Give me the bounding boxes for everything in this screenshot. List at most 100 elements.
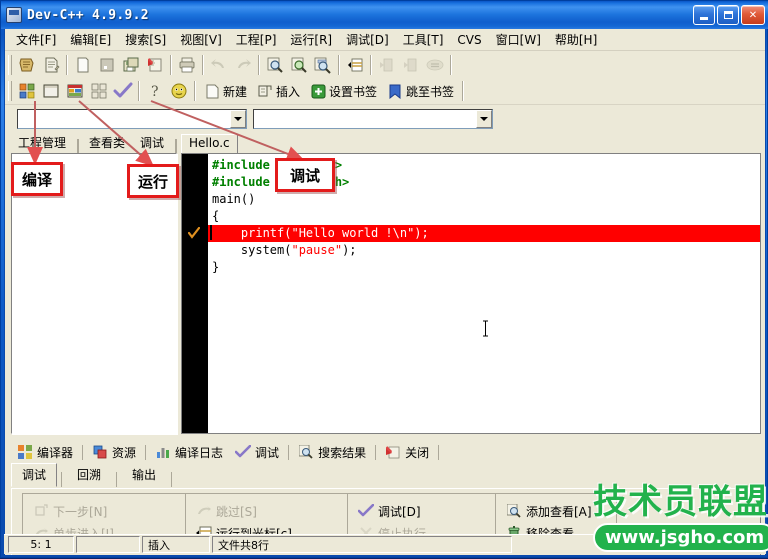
toggle-bookmark-label: 设置书签 xyxy=(329,84,378,99)
tab-project-manager[interactable]: 工程管理 xyxy=(11,135,73,153)
new-button[interactable]: 新建 xyxy=(199,80,252,102)
toggle-bookmark-button[interactable]: 设置书签 xyxy=(305,80,382,102)
editor-gutter[interactable] xyxy=(182,154,208,433)
rebuild-all-icon[interactable] xyxy=(88,80,110,102)
tab-debug-tree[interactable]: 调试 xyxy=(133,135,171,153)
new-button-label: 新建 xyxy=(223,84,248,99)
subtab-output[interactable]: 输出 xyxy=(121,463,167,487)
replace-magnifier-icon[interactable] xyxy=(312,54,334,76)
report-panel-tabs: 编译器 资源 编译日志 调试 搜索结果 关闭 xyxy=(11,441,761,463)
annotation-debug: 调试 xyxy=(275,158,335,192)
annotation-compile: 编译 xyxy=(11,162,63,196)
resources-icon xyxy=(92,444,108,460)
subtab-divider xyxy=(171,472,173,487)
bookmark-add-icon xyxy=(310,83,326,99)
find-next-magnifier-icon[interactable] xyxy=(288,54,310,76)
insert-button[interactable]: 插入 xyxy=(252,80,305,102)
maximize-button[interactable] xyxy=(717,5,739,25)
member-combo[interactable] xyxy=(253,109,493,129)
debug-check-icon[interactable] xyxy=(112,80,134,102)
report-tab-find-results[interactable]: 搜索结果 xyxy=(292,442,372,463)
menu-bar: 文件[F] 编辑[E] 搜索[S] 视图[V] 工程[P] 运行[R] 调试[D… xyxy=(5,29,765,51)
add-watch-button[interactable]: 添加查看[A] xyxy=(502,501,610,521)
skip-button[interactable]: 跳过[S] xyxy=(192,501,341,521)
class-combo[interactable] xyxy=(17,109,247,129)
toolbar-separator xyxy=(338,54,340,75)
breakpoint-check-icon[interactable] xyxy=(187,226,201,239)
report-tab-divider xyxy=(82,444,84,460)
next-step-button[interactable]: 下一步[N] xyxy=(29,501,179,521)
skip-icon xyxy=(196,503,212,519)
menu-run[interactable]: 运行[R] xyxy=(283,29,339,50)
toolbar-grip[interactable] xyxy=(8,54,12,75)
next-page-icon[interactable] xyxy=(400,54,422,76)
menu-tools[interactable]: 工具[T] xyxy=(396,29,451,50)
compile-run-icon[interactable] xyxy=(64,80,86,102)
prev-page-icon[interactable] xyxy=(376,54,398,76)
menu-edit[interactable]: 编辑[E] xyxy=(63,29,118,50)
goto-bookmark-button[interactable]: 跳至书签 xyxy=(382,80,459,102)
menu-search[interactable]: 搜索[S] xyxy=(118,29,173,50)
run-icon[interactable] xyxy=(40,80,62,102)
menu-cvs[interactable]: CVS xyxy=(450,31,488,49)
save-disk-icon[interactable] xyxy=(120,54,142,76)
status-modified xyxy=(76,536,140,553)
compiler-icon xyxy=(17,444,33,460)
about-face-icon[interactable] xyxy=(168,80,190,102)
new-file-icon[interactable] xyxy=(72,54,94,76)
tab-class-browser[interactable]: 查看类 xyxy=(82,135,132,153)
debug-button-label: 调试[D] xyxy=(378,504,421,519)
svg-text:?: ? xyxy=(151,84,159,100)
help-question-icon[interactable]: ? xyxy=(144,80,166,102)
open-file-icon[interactable] xyxy=(96,54,118,76)
report-tab-compile-log[interactable]: 编译日志 xyxy=(149,442,229,463)
equals-icon[interactable] xyxy=(424,54,446,76)
menu-help[interactable]: 帮助[H] xyxy=(548,29,604,50)
subtab-backtrace[interactable]: 回溯 xyxy=(66,463,112,487)
goto-bookmark-label: 跳至书签 xyxy=(406,84,455,99)
combo-row xyxy=(5,105,765,133)
print-icon[interactable] xyxy=(176,54,198,76)
arrow-undo-icon[interactable] xyxy=(208,54,230,76)
find-magnifier-icon[interactable] xyxy=(264,54,286,76)
goto-line-icon[interactable] xyxy=(344,54,366,76)
menu-project[interactable]: 工程[P] xyxy=(229,29,284,50)
subtab-debug[interactable]: 调试 xyxy=(11,463,58,487)
log-chart-icon xyxy=(155,444,171,460)
code-line-6: system("pause"); xyxy=(212,243,357,257)
chevron-down-icon[interactable] xyxy=(230,110,246,128)
save-all-icon[interactable] xyxy=(144,54,166,76)
report-tab-divider xyxy=(375,444,377,460)
report-tab-debug[interactable]: 调试 xyxy=(229,441,286,463)
report-tab-compiler[interactable]: 编译器 xyxy=(11,442,79,463)
debug-button[interactable]: 调试[D] xyxy=(354,501,489,521)
toolbar-main xyxy=(5,51,765,78)
open-project-icon[interactable] xyxy=(40,54,62,76)
toolbar-separator xyxy=(138,81,140,101)
menu-view[interactable]: 视图[V] xyxy=(173,29,229,50)
window-controls: ✕ xyxy=(693,5,768,25)
code-editor[interactable]: #include <stdio.h> #include <stdlib.h> m… xyxy=(181,153,761,434)
close-button[interactable]: ✕ xyxy=(741,5,765,25)
menu-file[interactable]: 文件[F] xyxy=(9,29,63,50)
menu-debug[interactable]: 调试[D] xyxy=(339,29,396,50)
maximize-icon xyxy=(723,11,733,19)
new-project-icon[interactable] xyxy=(16,54,38,76)
chevron-down-icon[interactable] xyxy=(476,110,492,128)
window-title: Dev-C++ 4.9.9.2 xyxy=(27,7,149,23)
report-tab-resources[interactable]: 资源 xyxy=(86,442,142,463)
bookmark-goto-icon xyxy=(387,83,403,99)
compile-icon[interactable] xyxy=(16,80,38,102)
report-tab-close[interactable]: 关闭 xyxy=(379,442,435,463)
application-window: Dev-C++ 4.9.9.2 ✕ 文件[F] 编辑[E] 搜索[S] 视图[V… xyxy=(0,0,768,558)
toolbar-separator xyxy=(202,54,204,75)
menu-window[interactable]: 窗口[W] xyxy=(489,29,548,50)
status-line-count: 文件共8行 xyxy=(212,536,512,553)
minimize-button[interactable] xyxy=(693,5,715,25)
toolbar-compile-run: ? 新建 插入 设置书签 跳至书签 xyxy=(5,78,765,105)
toolbar-grip-2[interactable] xyxy=(8,81,12,101)
tab-hello-c[interactable]: Hello.c xyxy=(181,134,238,153)
arrow-redo-icon[interactable] xyxy=(232,54,254,76)
status-bar: 5: 1 插入 文件共8行 xyxy=(4,534,766,554)
code-text[interactable]: #include <stdio.h> #include <stdlib.h> m… xyxy=(208,154,760,433)
